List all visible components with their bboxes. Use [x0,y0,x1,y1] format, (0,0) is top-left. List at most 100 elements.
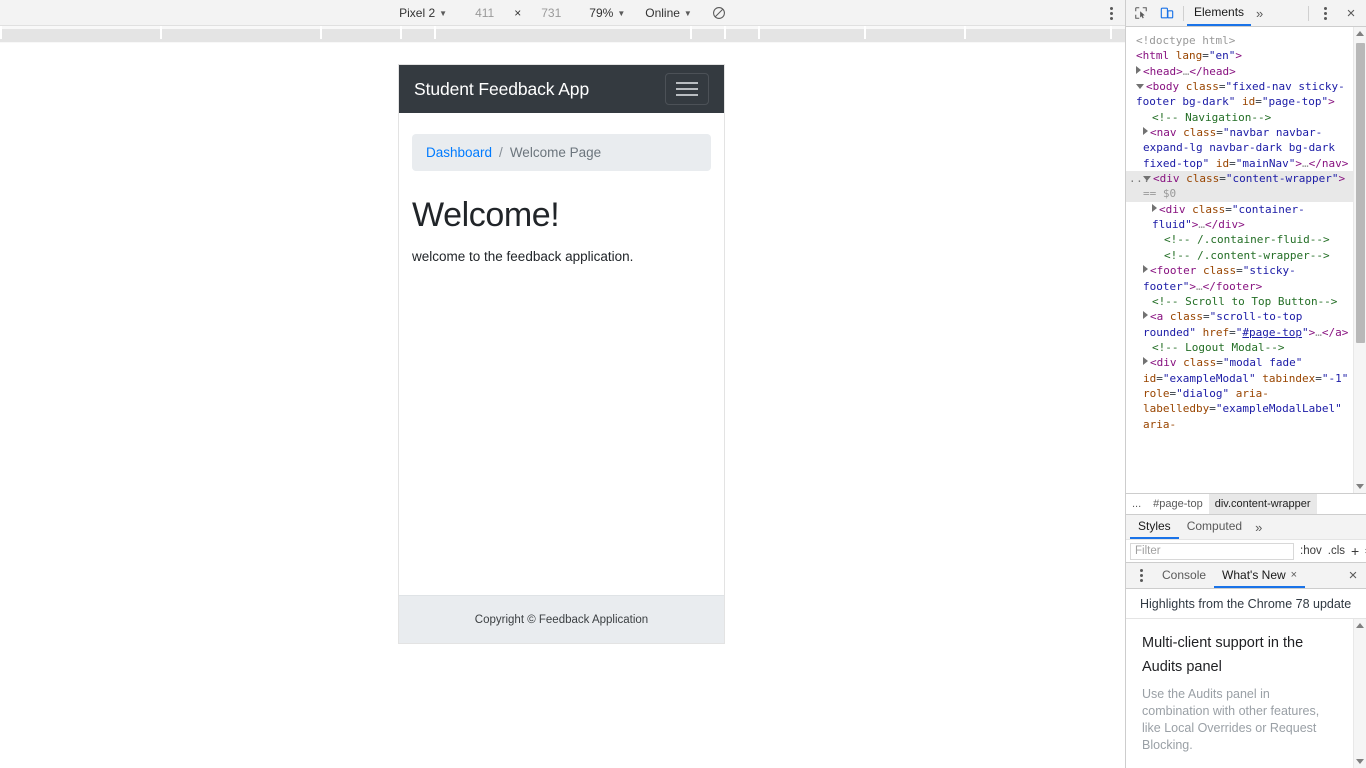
dom-token-tag: > [1328,95,1335,109]
dom-token-tag: <footer [1150,264,1203,278]
dom-token-dim: … [1195,279,1203,293]
device-toolbar-kebab-menu[interactable] [1110,0,1113,26]
hamburger-icon[interactable] [665,73,709,105]
tab-console-label: Console [1162,567,1207,582]
dom-tree-panel[interactable]: <!doctype html> <html lang="en"> <head>…</… [1126,27,1366,493]
collapse-arrow-icon[interactable] [1136,65,1141,74]
network-throttle-selector[interactable]: Online ▼ [635,6,702,20]
dom-node-row[interactable]: <div class="modal fade" id="exampleModal… [1126,355,1353,432]
dom-token-attrn: href [1202,325,1230,339]
dom-token-txt [1209,157,1216,170]
dom-token-txt: = [1202,49,1209,63]
drawer-options-icon[interactable] [1128,563,1154,588]
dom-token-cmt: <!-- /.container-fluid--> [1164,233,1330,247]
toggle-device-toolbar-icon[interactable] [1154,1,1180,26]
viewport-width-field[interactable]: 411 [465,6,504,20]
dom-token-attrn: tabindex [1262,371,1316,385]
page-viewport-area: Pixel 2 ▼ 411 × 731 79% ▼ Online ▼ Stude… [0,0,1126,768]
device-toolbar-glyph [1160,7,1174,19]
dom-token-attrn: lang [1175,49,1203,63]
dom-node-row[interactable]: <body class="fixed-nav sticky-footer bg-… [1126,79,1353,110]
close-drawer-icon[interactable]: × [1340,563,1366,588]
more-tabs-icon[interactable]: » [1251,6,1268,21]
scroll-up-arrow-icon[interactable] [1354,27,1366,40]
dom-crumb[interactable]: ... [1126,494,1147,514]
content-wrapper: Dashboard / Welcome Page Welcome! welcom… [399,113,724,595]
tab-console[interactable]: Console [1154,563,1214,588]
dom-node-row[interactable]: <head>…</head> [1126,64,1353,79]
viewport-width-value: 411 [475,5,495,20]
collapse-arrow-icon[interactable] [1143,311,1148,320]
tab-elements[interactable]: Elements [1187,0,1252,26]
dom-node-row[interactable]: ... <div class="content-wrapper"> == $0 [1126,171,1353,202]
dom-token-attrn: role [1143,386,1170,400]
dom-token-cmt: <!-- /.content-wrapper--> [1164,248,1330,262]
scroll-up-arrow-icon[interactable] [1354,619,1366,632]
close-devtools-icon[interactable]: × [1338,1,1364,26]
whats-new-item[interactable]: Multi-client support in the Audits panel U… [1142,631,1339,754]
dom-token-txt [1196,326,1203,339]
dom-token-tag: > [1189,279,1196,293]
new-style-rule-button[interactable]: + [1351,544,1359,558]
collapse-arrow-icon[interactable] [1143,127,1148,136]
tab-styles[interactable]: Styles [1130,515,1179,539]
tab-computed[interactable]: Computed [1179,515,1250,539]
more-style-tabs-icon[interactable]: » [1250,520,1267,535]
breadcrumb-link-dashboard[interactable]: Dashboard [426,145,492,160]
dom-node-row[interactable]: <!-- /.content-wrapper--> [1126,248,1353,263]
dom-node-row[interactable]: <div class="container-fluid">…</div> [1126,202,1353,233]
device-selector[interactable]: Pixel 2 ▼ [389,6,457,20]
collapse-arrow-icon[interactable] [1152,203,1157,212]
drawer-tab-bar: Console What's New × × [1126,563,1366,589]
cls-button[interactable]: .cls [1328,545,1345,557]
footer-copyright: Copyright © Feedback Application [474,613,649,626]
dom-node-row[interactable]: <!-- Logout Modal--> [1126,340,1353,355]
chevron-down-icon: ▼ [617,9,626,18]
viewport-height-field[interactable]: 731 [531,6,571,20]
dom-node-row[interactable]: <nav class="navbar navbar-expand-lg navb… [1126,125,1353,171]
dom-node-row[interactable]: <!-- Navigation--> [1126,110,1353,125]
customize-devtools-icon[interactable] [1312,1,1338,26]
expand-arrow-icon[interactable] [1136,84,1144,90]
scroll-down-arrow-icon[interactable] [1354,755,1366,768]
emulated-device-frame: Student Feedback App Dashboard / Welcome… [399,65,724,643]
scrollbar-thumb[interactable] [1356,43,1365,343]
dom-token-txt: = [1216,356,1223,370]
styles-filter-input[interactable] [1130,542,1294,560]
tab-whats-new[interactable]: What's New × [1214,563,1306,588]
whats-new-scrollbar[interactable] [1353,619,1366,768]
no-throttling-icon[interactable] [702,6,736,20]
dom-node-row[interactable]: <!doctype html> [1126,33,1353,48]
breadcrumb: Dashboard / Welcome Page [412,134,711,171]
toolbar-divider [1183,5,1184,21]
dom-tree-list[interactable]: <!doctype html> <html lang="en"> <head>…</… [1126,27,1353,493]
dom-crumb[interactable]: #page-top [1147,494,1209,514]
inspect-element-icon[interactable] [1128,1,1154,26]
zoom-value: 79% [589,5,614,20]
hov-state-button[interactable]: :hov [1300,545,1322,557]
dom-scrollbar[interactable] [1353,27,1366,493]
dom-node-row[interactable]: <html lang="en"> [1126,48,1353,63]
collapse-arrow-icon[interactable] [1143,265,1148,274]
zoom-selector[interactable]: 79% ▼ [579,6,635,20]
close-tab-icon[interactable]: × [1291,569,1297,581]
dom-token-attrn: class [1183,126,1217,140]
dom-node-row[interactable]: <!-- Scroll to Top Button--> [1126,294,1353,309]
whats-new-list[interactable]: Multi-client support in the Audits panel U… [1126,619,1353,768]
scroll-down-arrow-icon[interactable] [1354,480,1366,493]
node-badge[interactable]: ... [1129,171,1150,186]
dom-token-txt: = [1216,126,1223,140]
dom-token-attrv: "en" [1208,49,1236,63]
dom-token-link: "#page-top" [1235,325,1309,339]
dom-token-attrv: "dialog" [1176,386,1230,400]
navbar-brand[interactable]: Student Feedback App [414,79,589,100]
dom-token-txt: = [1218,80,1226,94]
dom-node-row[interactable]: <footer class="sticky-footer">…</footer> [1126,263,1353,294]
collapse-arrow-icon[interactable] [1143,357,1148,366]
dom-node-row[interactable]: <!-- /.container-fluid--> [1126,232,1353,247]
dom-token-txt: = [1156,371,1163,385]
dom-node-row[interactable]: <a class="scroll-to-top rounded" href="#… [1126,309,1353,340]
dom-breadcrumb-bar[interactable]: ... #page-top div.content-wrapper [1126,493,1366,514]
dom-crumb[interactable]: div.content-wrapper [1208,494,1317,514]
viewport-height-value: 731 [541,5,562,20]
